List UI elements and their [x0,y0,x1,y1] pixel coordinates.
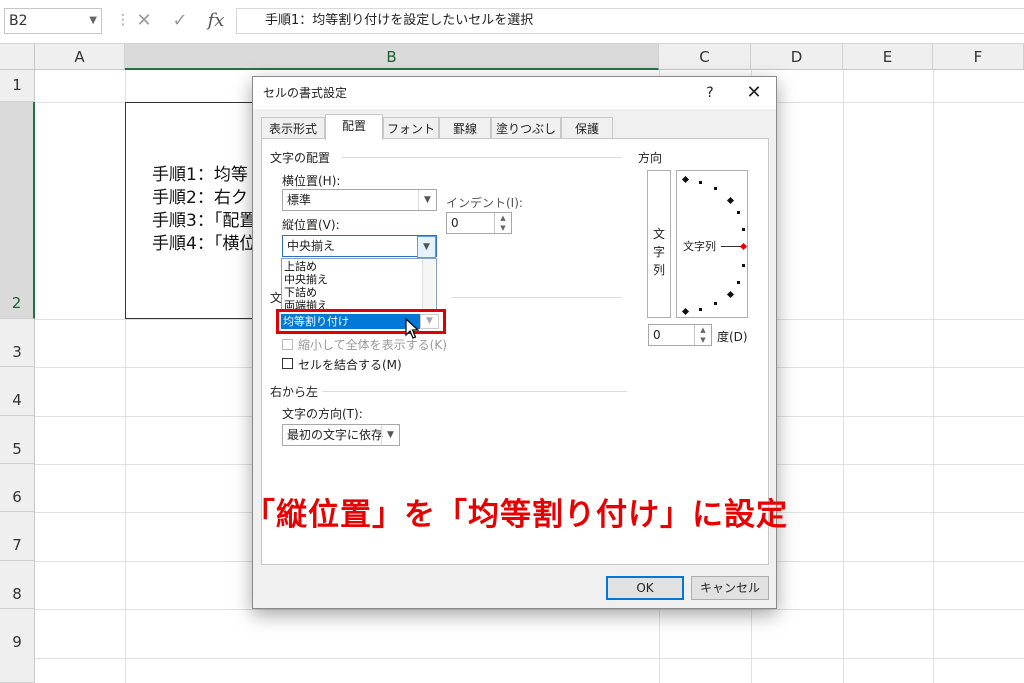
row-header-5[interactable]: 5 [0,416,35,464]
enter-icon[interactable]: ✓ [166,8,194,34]
dial-mark [714,187,717,190]
dial-mark [681,175,690,184]
cancel-icon[interactable]: ✕ [130,8,158,34]
vertical-value: 中央揃え [287,239,336,253]
row-header-3[interactable]: 3 [0,319,35,367]
column-header-e[interactable]: E [843,44,933,70]
row-header-4[interactable]: 4 [0,367,35,416]
dial-mark [714,302,717,305]
mouse-pointer-icon [405,318,420,339]
grid-line [35,609,1024,610]
row-header-9[interactable]: 9 [0,609,35,683]
grid-line [843,70,844,683]
indent-label: インデント(I): [446,196,523,210]
direction-value: 最初の文字に依存 [287,428,384,442]
chevron-down-icon[interactable]: ▼ [89,9,97,33]
close-icon[interactable]: ✕ [737,77,771,109]
formula-bar: B2 ▼ ⋮ ✕ ✓ fx 手順1：均等割り付けを設定したいセルを選択 [0,0,1024,44]
dial-mark [737,211,740,214]
spin-down-icon[interactable]: ▼ [694,335,711,345]
chevron-down-icon[interactable]: ▼ [417,236,436,258]
orientation-text: 文字列 [683,240,716,253]
text-alignment-group-label: 文字の配置 [270,151,331,165]
more-options-icon[interactable]: ⋮ [116,12,130,28]
spin-down-icon[interactable]: ▼ [494,223,511,233]
horizontal-value: 標準 [287,193,312,207]
indent-value: 0 [451,216,459,230]
cancel-button[interactable]: キャンセル [691,576,769,600]
tab-font[interactable]: フォント [383,117,439,139]
column-header-a[interactable]: A [35,44,125,70]
row-header-1[interactable]: 1 [0,70,35,102]
shrink-checkbox[interactable] [282,339,293,350]
grid-line [35,658,1024,659]
column-header-d[interactable]: D [751,44,843,70]
function-icon[interactable]: fx [202,8,230,34]
vertical-select[interactable]: 中央揃え ▼ [282,235,437,258]
formula-input[interactable]: 手順1：均等割り付けを設定したいセルを選択 [236,8,1024,34]
instruction-annotation: 「縦位置」を「均等割り付け」に設定 [244,497,788,533]
select-all-corner[interactable] [0,44,35,70]
horizontal-select[interactable]: 標準 ▼ [282,189,437,211]
spin-up-icon[interactable]: ▲ [494,213,511,223]
degree-label: 度(D) [717,330,748,344]
name-box[interactable]: B2 ▼ [4,8,102,34]
row-header-7[interactable]: 7 [0,512,35,561]
indent-spinner[interactable]: 0 ▲ ▼ [446,212,512,234]
dial-mark [742,264,745,267]
tab-alignment[interactable]: 配置 [325,114,383,140]
dial-mark [726,196,735,205]
vertical-label: 縦位置(V): [282,218,340,232]
group-divider [322,391,627,392]
row-header-2[interactable]: 2 [0,102,35,319]
option-top[interactable]: 上詰め [284,260,317,273]
name-box-value: B2 [9,13,28,29]
merge-label: セルを結合する(M) [298,358,402,372]
dial-mark [726,290,735,299]
option-center[interactable]: 中央揃え [284,273,328,286]
grid-line [933,70,934,683]
group-divider [342,157,622,158]
horizontal-label: 横位置(H): [282,174,341,188]
column-header-f[interactable]: F [933,44,1024,70]
direction-label: 文字の方向(T): [282,407,363,421]
direction-select[interactable]: 最初の文字に依存 ▼ [282,424,400,446]
dial-mark [699,181,702,184]
orientation-group-label: 方向 [638,151,663,165]
option-bottom[interactable]: 下詰め [284,286,317,299]
merge-checkbox[interactable] [282,358,293,369]
vertical-text-button[interactable]: 文 字 列 [647,170,671,318]
degree-spinner[interactable]: 0 ▲ ▼ [648,324,712,346]
shrink-label: 縮小して全体を表示する(K) [298,338,447,352]
orientation-handle[interactable] [739,242,748,251]
column-header-b[interactable]: B [125,44,659,70]
row-header-8[interactable]: 8 [0,561,35,609]
tab-protection[interactable]: 保護 [561,117,613,139]
cell-b2-text: 手順1：均等 手順2：右ク 手順3：「配置 手順4：「横位 [152,165,257,254]
ok-button[interactable]: OK [606,576,684,600]
dial-mark [742,228,745,231]
dial-mark [699,308,702,311]
dial-mark [737,281,740,284]
tab-border[interactable]: 罫線 [439,117,491,139]
degree-value: 0 [653,328,661,342]
group-divider [452,297,622,298]
help-icon[interactable]: ? [695,77,725,109]
spin-up-icon[interactable]: ▲ [694,325,711,335]
tab-fill[interactable]: 塗りつぶし [491,117,561,139]
scrollbar[interactable] [422,259,435,310]
dial-mark [681,307,690,316]
chevron-down-icon[interactable]: ▼ [418,190,436,210]
vertical-dropdown-list: 上詰め 中央揃え 下詰め 両端揃え [281,258,437,311]
column-header-c[interactable]: C [659,44,751,70]
rtl-group-label: 右から左 [270,385,319,399]
chevron-down-icon[interactable]: ▼ [381,425,399,445]
row-header-6[interactable]: 6 [0,464,35,512]
tab-number[interactable]: 表示形式 [261,117,325,139]
orientation-dial[interactable]: 文字列 [676,170,748,318]
